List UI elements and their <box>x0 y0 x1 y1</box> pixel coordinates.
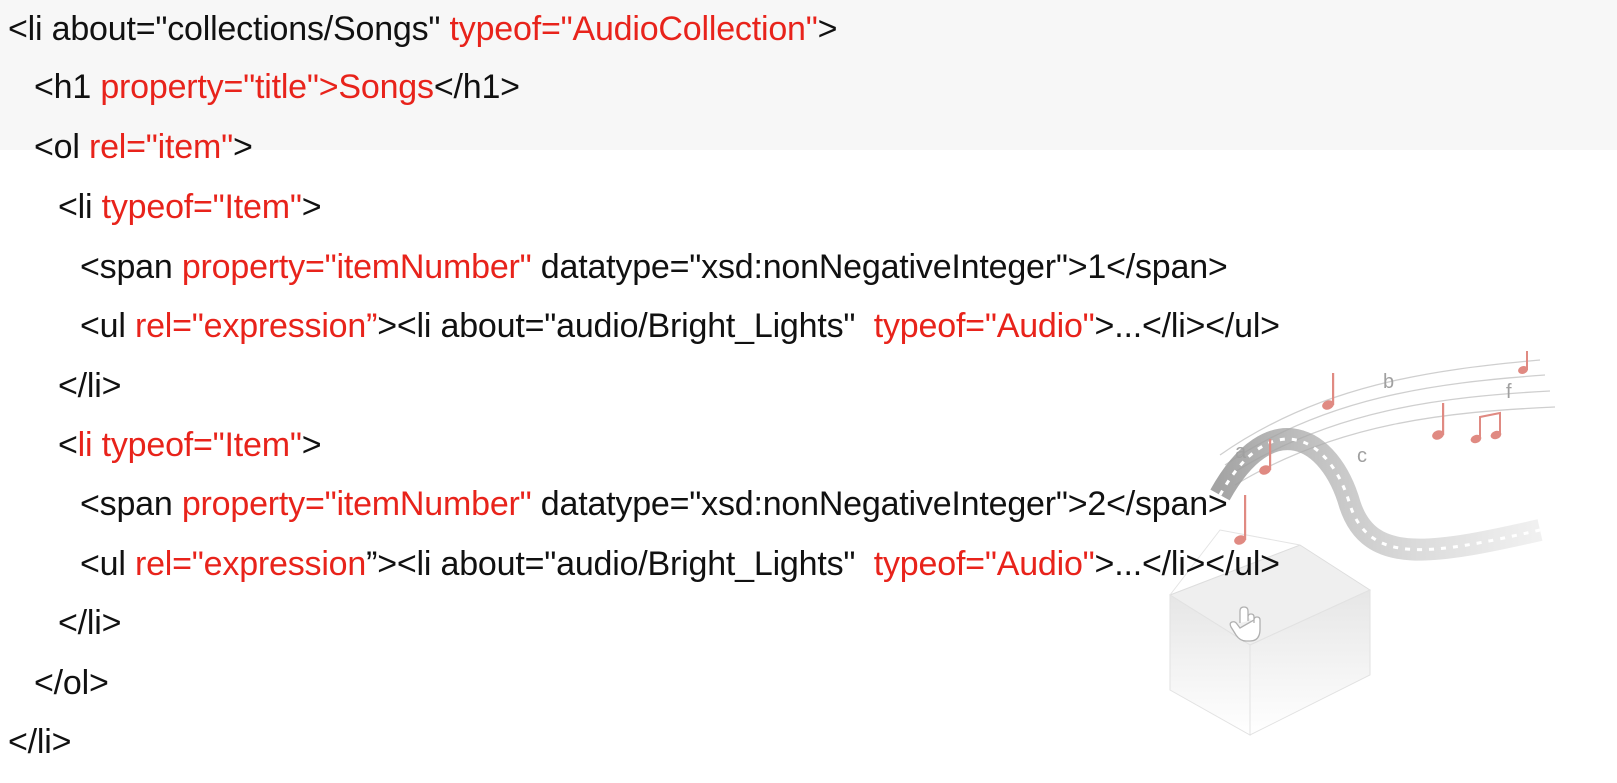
code-text: </li> <box>58 367 122 405</box>
code-text: > <box>232 128 253 166</box>
code-line: </li> <box>8 713 71 771</box>
code-text: <li about="collections/Songs" <box>8 10 450 48</box>
svg-text:c: c <box>1357 445 1367 467</box>
code-attribute: typeof="AudioCollection" <box>449 10 818 48</box>
code-text: > <box>817 10 838 48</box>
code-text: </h1> <box>433 68 520 106</box>
code-attribute: typeof="Item" <box>101 188 302 226</box>
code-text: ”><li about="audio/Bright_Lights" <box>366 545 874 583</box>
svg-text:a: a <box>1235 441 1247 463</box>
code-line: <ul rel="expression”><li about="audio/Br… <box>80 297 1280 355</box>
code-text: <span <box>80 485 182 523</box>
code-text: </ol> <box>34 664 109 702</box>
code-text: > <box>301 188 322 226</box>
code-line: <ul rel="expression”><li about="audio/Br… <box>80 535 1280 593</box>
code-line: <li about="collections/Songs" typeof="Au… <box>8 0 837 58</box>
code-line: <h1 property="title">Songs</h1> <box>34 58 520 116</box>
svg-text:b: b <box>1383 371 1394 393</box>
code-attribute: li typeof="Item" <box>77 426 302 464</box>
code-line: <li typeof="Item"> <box>58 178 322 236</box>
film-strip <box>1210 428 1543 561</box>
code-attribute: property="itemNumber" <box>181 248 532 286</box>
code-line: <li typeof="Item"> <box>58 416 322 474</box>
code-line: </li> <box>58 594 121 652</box>
code-text: <li <box>58 188 102 226</box>
code-line: <span property="itemNumber" datatype="xs… <box>80 238 1228 296</box>
code-attribute: property="title">Songs <box>100 68 434 106</box>
code-text: < <box>58 426 78 464</box>
code-attribute: rel="expression” <box>134 307 378 345</box>
code-line: </ol> <box>34 654 109 712</box>
code-attribute: property="itemNumber" <box>181 485 532 523</box>
code-text: <span <box>80 248 182 286</box>
code-text: <h1 <box>34 68 101 106</box>
code-text: ><li about="audio/Bright_Lights" <box>377 307 874 345</box>
code-text: >...</li></ul> <box>1094 545 1280 583</box>
svg-text:f: f <box>1506 381 1512 403</box>
code-text: >...</li></ul> <box>1094 307 1280 345</box>
code-attribute: rel="item" <box>88 128 233 166</box>
code-text: <ul <box>80 307 135 345</box>
code-line: <span property="itemNumber" datatype="xs… <box>80 475 1228 533</box>
code-text: <ol <box>34 128 89 166</box>
code-attribute: rel="expression <box>134 545 367 583</box>
code-text: datatype="xsd:nonNegativeInteger">1</spa… <box>531 248 1228 286</box>
code-text: datatype="xsd:nonNegativeInteger">2</spa… <box>531 485 1228 523</box>
code-line: </li> <box>58 357 121 415</box>
code-text: </li> <box>58 604 122 642</box>
code-line: <ol rel="item"> <box>34 118 253 176</box>
code-attribute: typeof="Audio" <box>873 545 1095 583</box>
code-text: > <box>301 426 322 464</box>
code-text: <ul <box>80 545 135 583</box>
code-attribute: typeof="Audio" <box>873 307 1095 345</box>
code-text: </li> <box>8 723 72 761</box>
